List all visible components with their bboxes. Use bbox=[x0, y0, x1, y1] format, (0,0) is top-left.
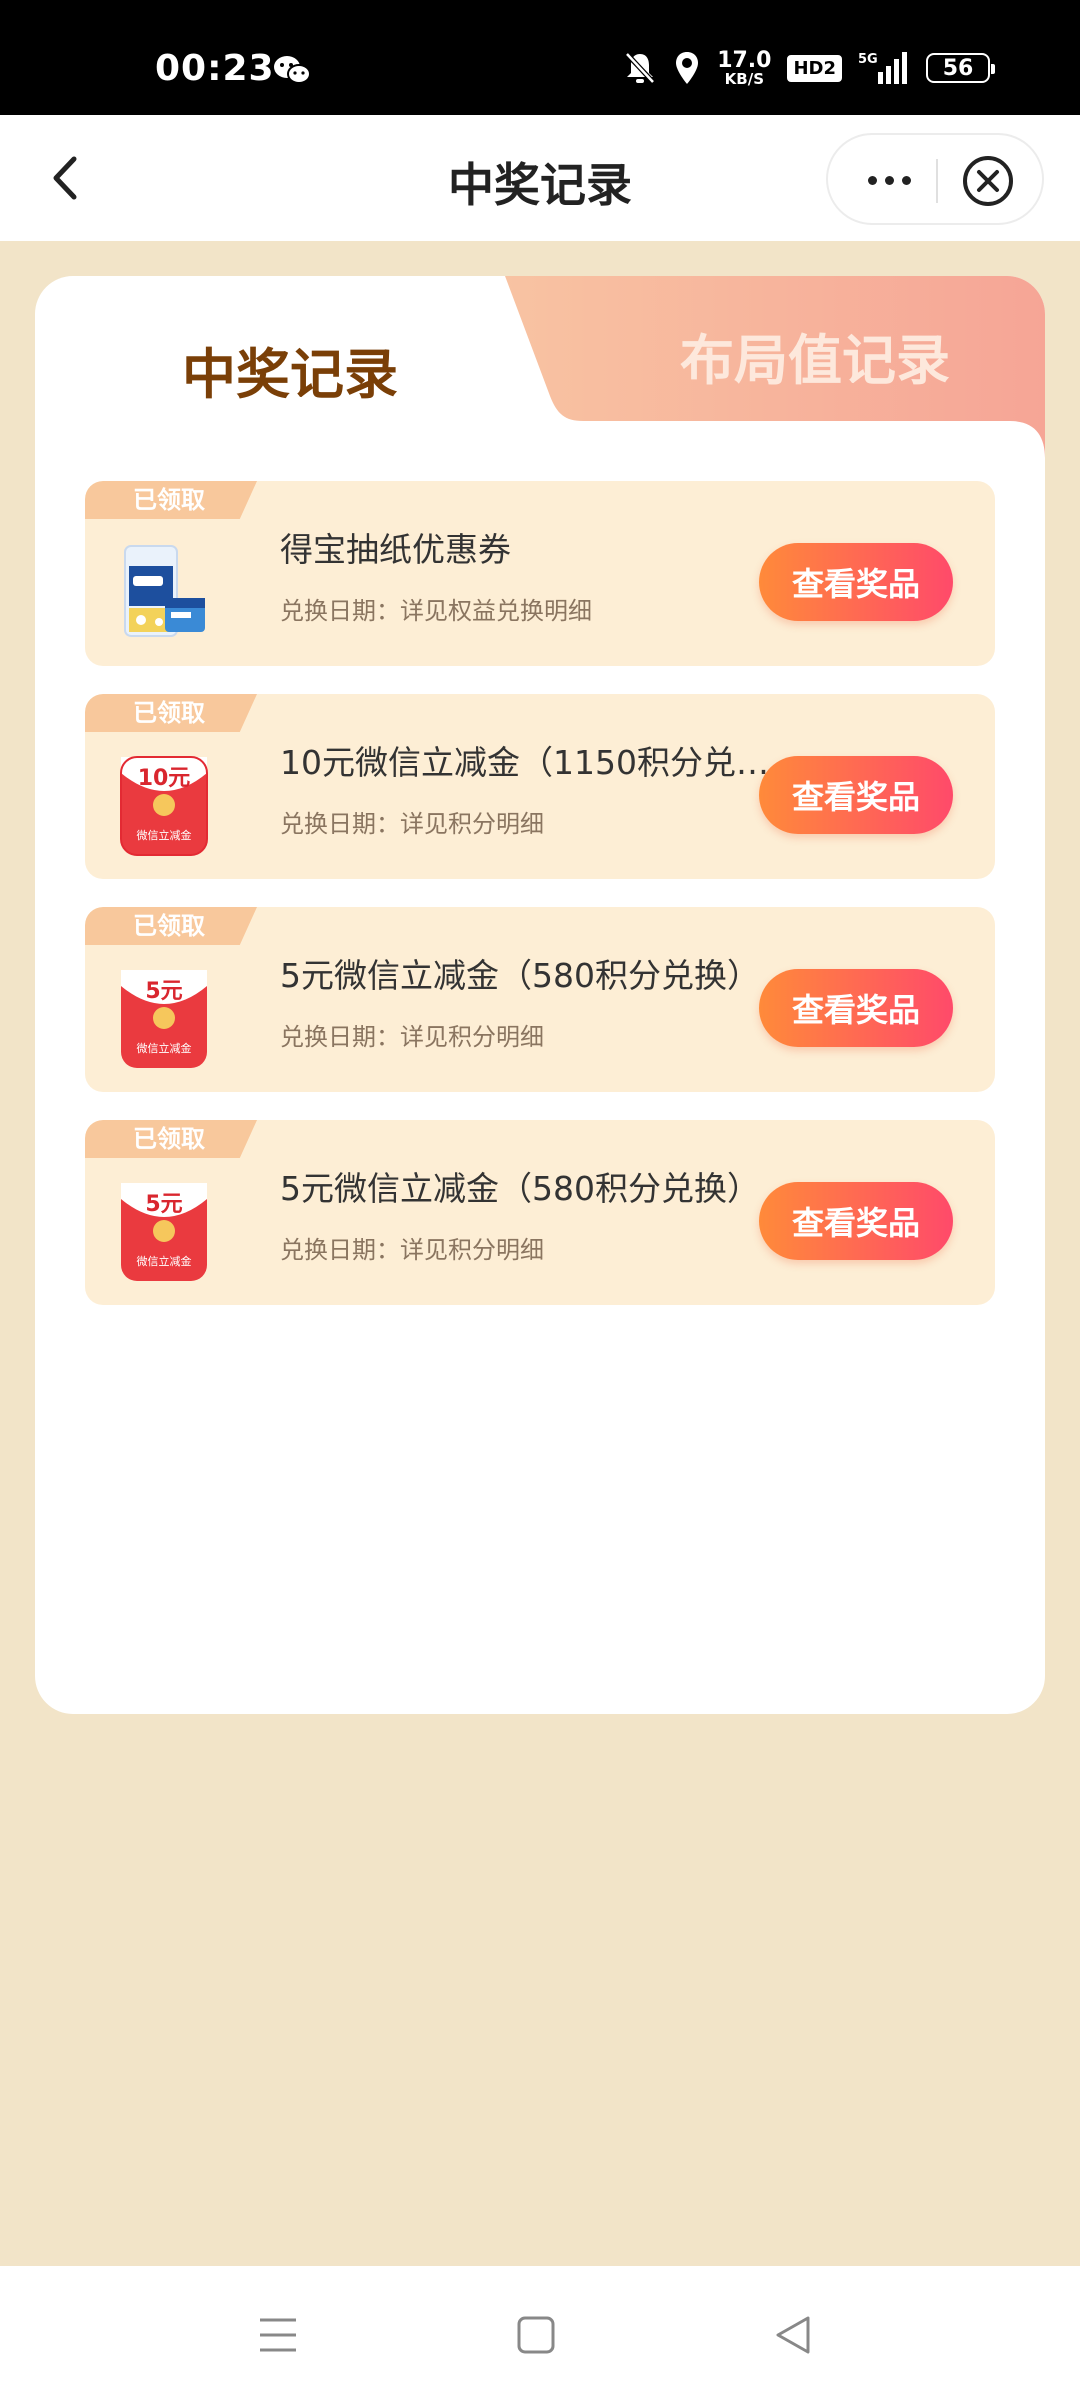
capsule-divider bbox=[936, 159, 938, 203]
close-circle-icon[interactable] bbox=[962, 155, 1014, 207]
status-time: 00:23 bbox=[155, 48, 275, 89]
claimed-tag: 已领取 bbox=[85, 1120, 257, 1158]
redeem-date: 兑换日期：详见积分明细 bbox=[280, 1236, 544, 1264]
red-envelope-icon: 10元 微信立减金 bbox=[120, 756, 208, 856]
mini-program-capsule bbox=[826, 133, 1044, 225]
nav-bar: 中奖记录 bbox=[0, 115, 1080, 241]
net-speed-unit: KB/S bbox=[724, 69, 764, 88]
redeem-date: 兑换日期：详见积分明细 bbox=[280, 1023, 544, 1051]
mute-bell-icon bbox=[625, 52, 656, 84]
prize-name: 5元微信立减金（580积分兑换） bbox=[280, 956, 760, 995]
coupon-value: 5元 bbox=[145, 1192, 182, 1217]
prize-name: 得宝抽纸优惠券 bbox=[280, 530, 511, 569]
more-dot bbox=[901, 175, 911, 185]
view-prize-button[interactable]: 查看奖品 bbox=[759, 543, 953, 621]
claimed-tag: 已领取 bbox=[85, 481, 257, 519]
tissue-pack-icon bbox=[124, 545, 205, 637]
coupon-label: 微信立减金 bbox=[137, 828, 192, 842]
prize-name: 5元微信立减金（580积分兑换） bbox=[280, 1169, 760, 1208]
red-envelope-icon: 5元 微信立减金 bbox=[121, 1183, 207, 1281]
coupon-value: 5元 bbox=[145, 979, 182, 1004]
red-envelope-icon: 5元 微信立减金 bbox=[121, 970, 207, 1068]
signal-icon: 5G bbox=[858, 52, 907, 84]
list-item: 已领取 得宝抽纸优惠券 兑换日期：详见权益兑换明细 查看奖品 bbox=[85, 481, 995, 666]
redeem-date: 兑换日期：详见权益兑换明细 bbox=[280, 597, 592, 625]
net-speed-value: 17.0 bbox=[717, 47, 772, 73]
tab-winning-records[interactable]: 中奖记录 bbox=[35, 276, 545, 441]
list-item: 已领取 5元 微信立减金 5元微信立减金（580积分兑换） 兑换日期：详见积分明… bbox=[85, 907, 995, 1092]
svg-text:5G: 5G bbox=[858, 52, 878, 67]
coupon-label: 微信立减金 bbox=[137, 1041, 192, 1055]
more-dots-icon bbox=[867, 175, 877, 185]
coupon-label: 微信立减金 bbox=[137, 1254, 192, 1268]
coupon-value: 10元 bbox=[138, 766, 191, 791]
view-prize-button[interactable]: 查看奖品 bbox=[759, 756, 953, 834]
wechat-icon bbox=[274, 56, 311, 84]
location-icon bbox=[676, 52, 699, 84]
hd-badge: HD2 bbox=[787, 54, 842, 82]
list-item: 已领取 10元 微信立减金 10元微信立减金（1150积分兑… 兑换日期：详见积… bbox=[85, 694, 995, 879]
more-button[interactable] bbox=[844, 145, 934, 215]
more-dot bbox=[884, 175, 894, 185]
view-prize-button[interactable]: 查看奖品 bbox=[759, 1182, 953, 1260]
battery-indicator: 56 bbox=[926, 53, 995, 83]
claimed-tag: 已领取 bbox=[85, 694, 257, 732]
tab-layout-value-records[interactable]: 布局值记录 bbox=[615, 316, 1015, 395]
system-nav-bar bbox=[0, 2266, 1080, 2400]
menu-icon[interactable] bbox=[248, 2310, 308, 2360]
status-indicators: 17.0 KB/S HD2 5G 56 bbox=[623, 47, 995, 88]
records-card: 中奖记录 布局值记录 已领取 得宝抽纸优惠券 兑换日期：详见权益兑换明细 查看奖… bbox=[35, 276, 1045, 1714]
prize-name: 10元微信立减金（1150积分兑… bbox=[280, 743, 769, 782]
home-square-icon[interactable] bbox=[506, 2310, 566, 2360]
redeem-date: 兑换日期：详见积分明细 bbox=[280, 810, 544, 838]
status-bar: 00:23 17.0 KB/S HD2 5G 56 bbox=[0, 0, 1080, 115]
view-prize-button[interactable]: 查看奖品 bbox=[759, 969, 953, 1047]
back-triangle-icon[interactable] bbox=[764, 2310, 824, 2360]
list-item: 已领取 5元 微信立减金 5元微信立减金（580积分兑换） 兑换日期：详见积分明… bbox=[85, 1120, 995, 1305]
net-speed: 17.0 KB/S bbox=[717, 47, 772, 88]
claimed-tag: 已领取 bbox=[85, 907, 257, 945]
record-list: 已领取 得宝抽纸优惠券 兑换日期：详见权益兑换明细 查看奖品 已领取 10元 微… bbox=[85, 481, 995, 1333]
